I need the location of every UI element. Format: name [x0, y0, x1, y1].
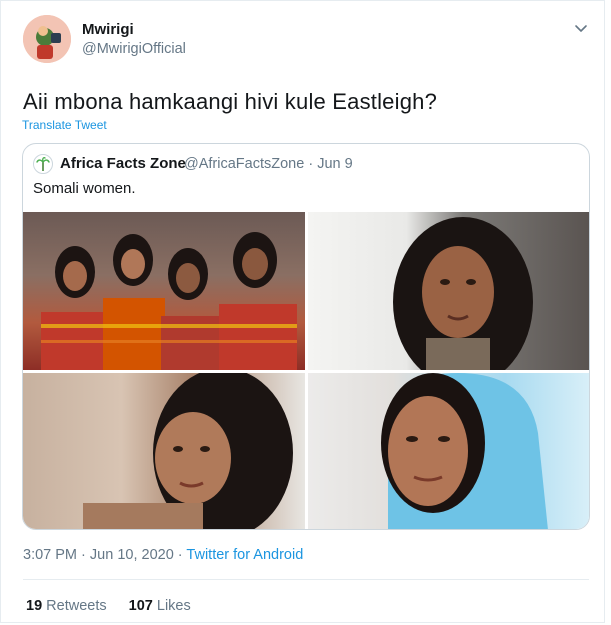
retweets-stat[interactable]: 19 Retweets — [26, 598, 107, 614]
divider — [23, 579, 589, 580]
author-avatar[interactable] — [23, 15, 71, 63]
quoted-author-handle: @AfricaFactsZone — [184, 156, 305, 172]
tweet-timestamp[interactable]: 3:07 PM · Jun 10, 2020 · Twitter for And… — [23, 547, 303, 563]
media-photo-4[interactable] — [308, 373, 589, 529]
media-photo-2[interactable] — [308, 212, 589, 370]
likes-count: 107 — [128, 598, 153, 614]
quoted-meta: @AfricaFactsZone · Jun 9 — [184, 156, 353, 172]
likes-stat[interactable]: 107 Likes — [129, 598, 191, 614]
quoted-author-avatar — [33, 154, 53, 174]
chevron-down-icon[interactable] — [571, 18, 591, 38]
author-handle[interactable]: @MwirigiOfficial — [82, 41, 186, 57]
footer-separator-2: · — [177, 547, 183, 563]
quoted-author-name: Africa Facts Zone — [60, 155, 186, 172]
quoted-text: Somali women. — [33, 180, 136, 197]
media-grid — [23, 212, 589, 529]
footer-separator: · — [81, 547, 86, 563]
tweet-source-link[interactable]: Twitter for Android — [186, 547, 303, 563]
author-name[interactable]: Mwirigi — [82, 21, 134, 38]
avatar-illustration — [23, 15, 71, 63]
tweet-stats: 19 Retweets 107 Likes — [26, 598, 209, 614]
quoted-separator: · — [308, 156, 314, 172]
tweet-time: 3:07 PM — [23, 547, 77, 563]
quoted-tweet[interactable]: Africa Facts Zone @AfricaFactsZone · Jun… — [22, 143, 590, 530]
translate-tweet-link[interactable]: Translate Tweet — [22, 118, 107, 132]
quoted-date: Jun 9 — [317, 156, 353, 172]
retweets-count: 19 — [26, 598, 43, 614]
palm-tree-icon — [36, 156, 50, 171]
tweet-card: Mwirigi @MwirigiOfficial Aii mbona hamka… — [0, 0, 605, 623]
retweets-label: Retweets — [46, 598, 107, 614]
tweet-date: Jun 10, 2020 — [89, 547, 174, 563]
likes-label: Likes — [156, 598, 191, 614]
media-photo-3[interactable] — [23, 373, 305, 529]
media-photo-1[interactable] — [23, 212, 305, 370]
tweet-text: Aii mbona hamkaangi hivi kule Eastleigh? — [23, 89, 438, 114]
